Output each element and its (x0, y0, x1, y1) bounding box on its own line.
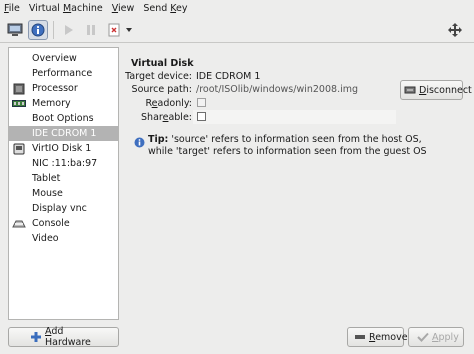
sidebar-item-boot-options[interactable]: Boot Options (9, 111, 118, 126)
pause-icon (87, 24, 95, 35)
add-hardware-button[interactable]: Add Hardware (8, 326, 119, 348)
apply-button[interactable]: Apply (408, 327, 464, 347)
console-device-icon (12, 218, 26, 230)
sidebar-item-video[interactable]: Video (9, 231, 118, 246)
disk-icon (12, 143, 26, 155)
remove-button[interactable]: Remove (347, 327, 408, 347)
sidebar-item-nic[interactable]: NIC :11:ba:97 (9, 156, 118, 171)
sidebar-item-overview[interactable]: Overview (9, 51, 118, 66)
shutdown-menu-button[interactable] (124, 20, 134, 40)
sidebar-item-processor[interactable]: Processor (9, 81, 118, 96)
dropdown-arrow-icon (126, 27, 132, 32)
toolbar (0, 17, 474, 43)
shareable-row (193, 110, 396, 124)
shutdown-button[interactable] (104, 20, 124, 40)
sidebar-item-display-vnc[interactable]: Display vnc (9, 201, 118, 216)
memory-icon (12, 98, 26, 110)
fullscreen-button[interactable] (445, 20, 465, 40)
target-device-value: IDE CDROM 1 (196, 71, 261, 82)
fullscreen-icon (448, 23, 462, 37)
run-icon (65, 24, 73, 35)
sidebar-item-mouse[interactable]: Mouse (9, 186, 118, 201)
target-device-label: Target device: (125, 71, 192, 82)
sidebar-item-console[interactable]: Console (9, 216, 118, 231)
readonly-checkbox[interactable] (197, 98, 206, 107)
toolbar-separator (53, 20, 54, 39)
info-tip-icon (134, 137, 145, 148)
info-icon (31, 23, 45, 36)
sidebar-item-tablet[interactable]: Tablet (9, 171, 118, 186)
sidebar-item-ide-cdrom-1[interactable]: IDE CDROM 1 (9, 126, 118, 141)
remove-icon (354, 332, 366, 342)
tip-text: Tip: 'source' refers to information seen… (148, 134, 427, 157)
run-button[interactable] (58, 20, 78, 40)
disconnect-icon (404, 85, 416, 95)
hardware-list: Overview Performance Processor Memory Bo… (8, 47, 119, 320)
menu-virtual-machine[interactable]: Virtual Machine (29, 3, 103, 14)
checkmark-icon (417, 332, 429, 342)
sidebar-item-memory[interactable]: Memory (9, 96, 118, 111)
menu-file[interactable]: File (4, 3, 20, 14)
sidebar-item-performance[interactable]: Performance (9, 66, 118, 81)
section-title: Virtual Disk (131, 58, 194, 69)
readonly-label: Readonly: (145, 98, 192, 109)
shareable-label: Shareable: (141, 112, 192, 123)
sidebar-item-virtio-disk-1[interactable]: VirtIO Disk 1 (9, 141, 118, 156)
menu-bar: File Virtual Machine View Send Key (0, 0, 474, 17)
details-button[interactable] (28, 19, 48, 40)
source-path-value: /root/ISOlib/windows/win2008.img (196, 84, 359, 95)
shareable-checkbox[interactable] (197, 112, 206, 121)
source-path-label: Source path: (131, 84, 192, 95)
processor-icon (12, 83, 26, 95)
console-button[interactable] (5, 20, 25, 40)
menu-send-key[interactable]: Send Key (143, 3, 187, 14)
menu-view[interactable]: View (112, 3, 135, 14)
console-icon (7, 23, 23, 36)
disconnect-button[interactable]: Disconnect (400, 80, 472, 100)
plus-icon (30, 331, 42, 343)
shutdown-icon (108, 23, 120, 36)
pause-button[interactable] (81, 20, 101, 40)
